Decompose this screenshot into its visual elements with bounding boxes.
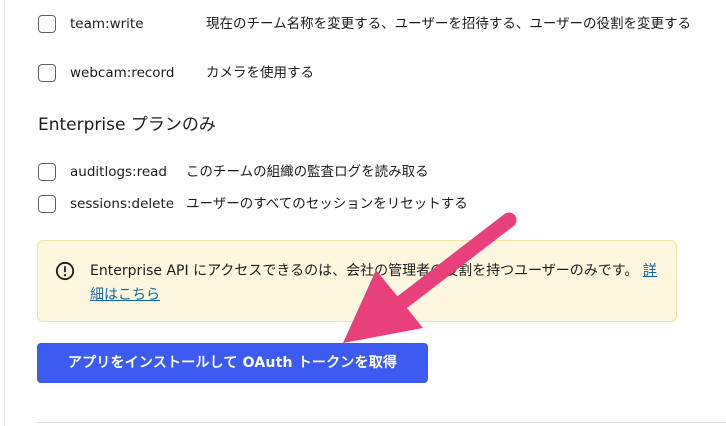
- scope-description: 現在のチーム名称を変更する、ユーザーを招待する、ユーザーの役割を変更する: [206, 16, 692, 32]
- scope-checkbox-team-write[interactable]: [38, 15, 56, 33]
- warning-circle-icon: [55, 261, 75, 281]
- scope-row-auditlogs-read[interactable]: auditlogs:read このチームの組織の監査ログを読み取る: [38, 163, 429, 182]
- scope-description: このチームの組織の監査ログを読み取る: [186, 164, 429, 180]
- scope-name: auditlogs:read: [70, 164, 168, 180]
- scope-description: カメラを使用する: [206, 65, 314, 81]
- install-app-button[interactable]: アプリをインストールして OAuth トークンを取得: [37, 343, 428, 383]
- enterprise-section-heading: Enterprise プランのみ: [38, 115, 216, 135]
- page: team:write 現在のチーム名称を変更する、ユーザーを招待する、ユーザーの…: [0, 0, 726, 426]
- scope-checkbox-auditlogs-read[interactable]: [38, 163, 56, 181]
- left-divider: [4, 0, 5, 426]
- scope-checkbox-webcam-record[interactable]: [38, 64, 56, 82]
- notice-text: Enterprise API にアクセスできるのは、会社の管理者の役割を持つユー…: [90, 259, 660, 307]
- scope-description: ユーザーのすべてのセッションをリセットする: [186, 196, 468, 212]
- notice-message: Enterprise API にアクセスできるのは、会社の管理者の役割を持つユー…: [90, 263, 639, 279]
- scope-row-webcam-record[interactable]: webcam:record カメラを使用する: [38, 64, 314, 83]
- enterprise-notice: Enterprise API にアクセスできるのは、会社の管理者の役割を持つユー…: [37, 240, 677, 322]
- scope-checkbox-sessions-delete[interactable]: [38, 195, 56, 213]
- scope-name: team:write: [70, 16, 144, 32]
- scope-name: sessions:delete: [70, 196, 175, 212]
- scope-name: webcam:record: [70, 65, 175, 81]
- scope-row-team-write[interactable]: team:write 現在のチーム名称を変更する、ユーザーを招待する、ユーザーの…: [38, 15, 702, 34]
- scope-row-sessions-delete[interactable]: sessions:delete ユーザーのすべてのセッションをリセットする: [38, 195, 468, 214]
- bottom-divider: [37, 422, 726, 423]
